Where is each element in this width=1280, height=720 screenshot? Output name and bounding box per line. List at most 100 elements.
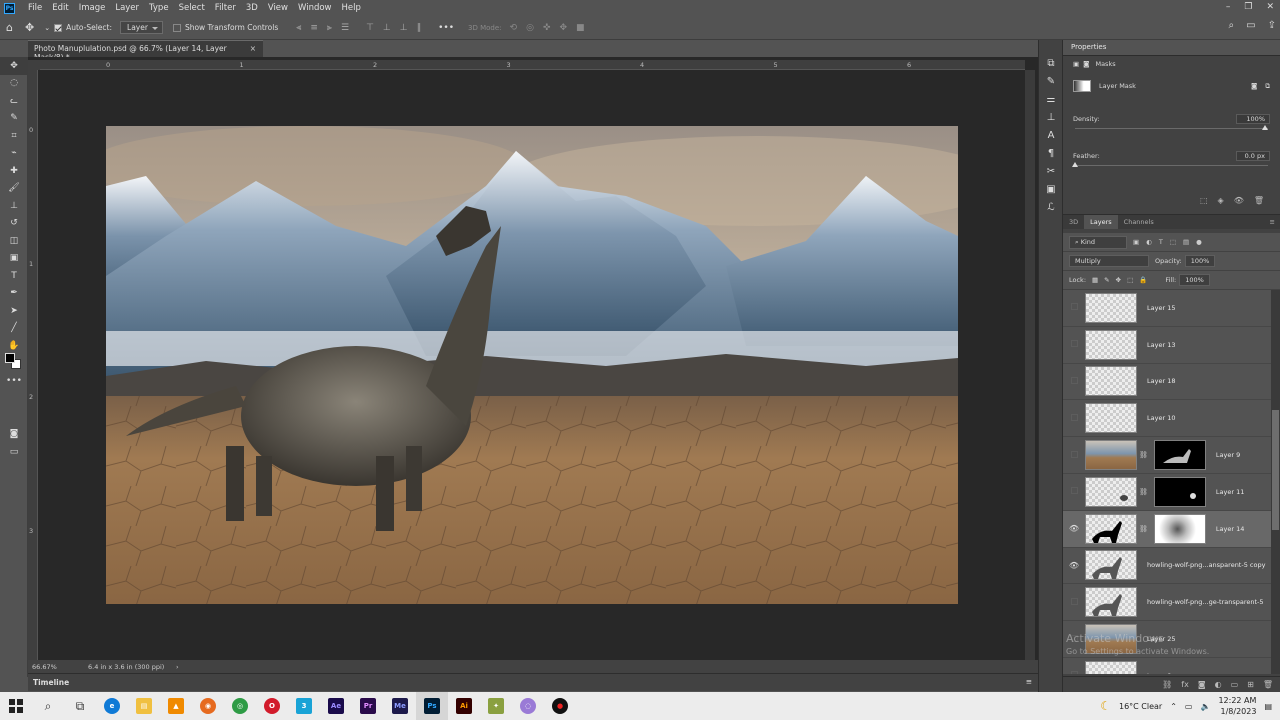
task-view-icon[interactable]: ⧉ xyxy=(64,692,96,720)
fill-input[interactable]: 100% xyxy=(1179,274,1210,286)
layers-scrollbar[interactable] xyxy=(1271,290,1280,674)
align-middle-icon[interactable]: ☰ xyxy=(341,23,349,33)
weather-text[interactable]: 16°C Clear xyxy=(1119,702,1162,711)
app-swirl-icon[interactable]: ◌ xyxy=(512,692,544,720)
add-mask-icon[interactable]: ◙ xyxy=(1198,680,1206,689)
marquee-tool-icon[interactable]: ◌ xyxy=(0,75,28,93)
layer-style-icon[interactable]: fx xyxy=(1181,680,1189,689)
menu-3d[interactable]: 3D xyxy=(241,0,263,16)
pixel-mask-icon[interactable]: ▣ xyxy=(1073,60,1079,68)
screen-mode-icon[interactable]: ▭ xyxy=(0,443,28,461)
home-icon[interactable]: ⌂ xyxy=(0,21,19,34)
menu-filter[interactable]: Filter xyxy=(210,0,241,16)
canvas-vertical-scrollbar[interactable] xyxy=(1025,70,1035,660)
delete-mask-icon[interactable]: 🗑 xyxy=(1254,196,1264,205)
layer-mask-thumbnail[interactable] xyxy=(1153,476,1206,507)
distribute-vcenter-icon[interactable]: ⊥ xyxy=(383,23,391,33)
file-explorer-icon[interactable]: ▤ xyxy=(128,692,160,720)
distribute-top-icon[interactable]: ⊤ xyxy=(366,23,374,33)
pen-tool-icon[interactable]: ✒ xyxy=(0,285,28,303)
layer-row[interactable]: Layer 8 xyxy=(1063,658,1271,674)
visibility-off-icon[interactable] xyxy=(1063,340,1085,349)
visibility-off-icon[interactable] xyxy=(1063,450,1085,460)
feather-input[interactable]: 0.0 px xyxy=(1236,151,1270,161)
distribute-bottom-icon[interactable]: ⊥ xyxy=(400,23,408,33)
lock-transparent-icon[interactable]: ▦ xyxy=(1092,276,1098,284)
visibility-off-icon[interactable] xyxy=(1063,487,1085,496)
filter-kind-dropdown[interactable]: ⌕ Kind xyxy=(1069,235,1127,249)
lock-all-icon[interactable]: 🔒 xyxy=(1139,276,1147,284)
density-input[interactable]: 100% xyxy=(1236,114,1270,124)
properties-icon[interactable]: ▣ xyxy=(1039,180,1063,198)
layer-row[interactable]: Layer 18 xyxy=(1063,364,1271,401)
close-tab-icon[interactable]: × xyxy=(250,44,256,53)
volume-icon[interactable]: 🔈 xyxy=(1200,702,1210,711)
load-selection-icon[interactable]: ⬚ xyxy=(1200,196,1208,205)
app-3-icon[interactable]: 3 xyxy=(288,692,320,720)
brush-settings-icon[interactable]: ✎ xyxy=(1039,72,1063,90)
photoshop-taskbar-icon[interactable]: Ps xyxy=(416,692,448,720)
healing-brush-tool-icon[interactable]: ✚ xyxy=(0,162,28,180)
clone-source-icon[interactable]: ⊥ xyxy=(1039,108,1063,126)
color-swatches[interactable] xyxy=(0,390,28,426)
menu-layer[interactable]: Layer xyxy=(110,0,144,16)
properties-header[interactable]: Properties xyxy=(1063,40,1280,56)
3d-pan-icon[interactable]: ✜ xyxy=(543,23,551,33)
premiere-icon[interactable]: Pr xyxy=(352,692,384,720)
panel-menu-icon[interactable]: ≡ xyxy=(1026,677,1032,686)
layer-thumbnail[interactable] xyxy=(1085,440,1137,471)
delete-layer-icon[interactable]: 🗑 xyxy=(1263,680,1273,689)
mask-link-icon[interactable]: ⛓ xyxy=(1139,451,1148,459)
show-transform-checkbox[interactable]: Show Transform Controls xyxy=(172,23,278,32)
illustrator-icon[interactable]: Ai xyxy=(448,692,480,720)
3d-roll-icon[interactable]: ◎ xyxy=(526,23,534,33)
record-icon[interactable]: ● xyxy=(544,692,576,720)
opacity-input[interactable]: 100% xyxy=(1184,255,1216,267)
glyphs-icon[interactable]: ℒ xyxy=(1039,198,1063,216)
adjustments-icon[interactable]: ⚌ xyxy=(1039,90,1063,108)
layers-scrollbar-thumb[interactable] xyxy=(1272,410,1279,530)
layer-row[interactable]: ⛓ Layer 9 xyxy=(1063,437,1271,474)
edit-toolbar-icon[interactable]: ••• xyxy=(0,372,28,390)
new-group-icon[interactable]: ▭ xyxy=(1231,680,1239,689)
menu-select[interactable]: Select xyxy=(174,0,210,16)
eyedropper-tool-icon[interactable]: ⌁ xyxy=(0,145,28,163)
layer-row[interactable]: Layer 15 xyxy=(1063,290,1271,327)
auto-select-checkbox[interactable]: Auto-Select: xyxy=(54,23,112,32)
shape-tool-icon[interactable]: ╱ xyxy=(0,320,28,338)
clock[interactable]: 12:22 AM 1/8/2023 xyxy=(1218,695,1256,717)
type-tool-icon[interactable]: T xyxy=(0,267,28,285)
layer-thumbnail[interactable] xyxy=(1085,660,1137,674)
add-vector-mask-icon[interactable]: ⧉ xyxy=(1265,82,1270,91)
visibility-off-icon[interactable] xyxy=(1063,303,1085,312)
menu-file[interactable]: File xyxy=(23,0,47,16)
ruler-horizontal[interactable]: 0 1 2 3 4 5 6 xyxy=(40,60,1025,70)
more-options-icon[interactable]: ••• xyxy=(438,23,454,33)
windows-start-icon[interactable] xyxy=(0,692,32,720)
filter-toggle-icon[interactable]: ● xyxy=(1196,238,1202,246)
lasso-tool-icon[interactable]: ᓚ xyxy=(0,92,28,110)
search-icon[interactable]: ⌕ xyxy=(32,692,64,720)
new-layer-icon[interactable]: ⊞ xyxy=(1247,680,1254,689)
layer-mask-thumbnail[interactable] xyxy=(1153,440,1206,471)
visibility-off-icon[interactable] xyxy=(1063,634,1085,644)
3d-camera-icon[interactable]: ■ xyxy=(576,23,585,33)
zoom-level[interactable]: 66.67% xyxy=(28,663,88,671)
align-left-icon[interactable]: ⫷ xyxy=(296,23,301,33)
vector-mask-icon[interactable]: ◙ xyxy=(1083,60,1089,68)
menu-view[interactable]: View xyxy=(263,0,293,16)
filter-shape-icon[interactable]: ⬚ xyxy=(1170,238,1176,246)
vlc-icon[interactable]: ▲ xyxy=(160,692,192,720)
feather-slider-handle[interactable] xyxy=(1072,162,1078,167)
gradient-tool-icon[interactable]: ▣ xyxy=(0,250,28,268)
menu-type[interactable]: Type xyxy=(144,0,174,16)
quick-select-tool-icon[interactable]: ✎ xyxy=(0,110,28,128)
layer-row[interactable]: Layer 10 xyxy=(1063,400,1271,438)
media-encoder-icon[interactable]: Me xyxy=(384,692,416,720)
layer-thumbnail[interactable] xyxy=(1085,587,1137,618)
eraser-tool-icon[interactable]: ◫ xyxy=(0,232,28,250)
filter-adjustment-icon[interactable]: ◐ xyxy=(1146,238,1152,246)
menu-image[interactable]: Image xyxy=(74,0,111,16)
opera-icon[interactable]: O xyxy=(256,692,288,720)
3d-slide-icon[interactable]: ✥ xyxy=(559,23,567,33)
